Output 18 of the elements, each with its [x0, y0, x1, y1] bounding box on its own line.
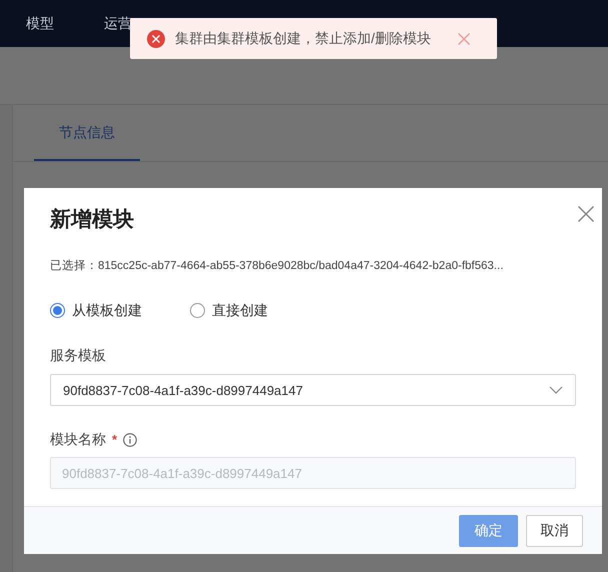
template-select[interactable]: 90fd8837-7c08-4a1f-a39c-d8997449a147 [50, 374, 576, 406]
close-icon[interactable] [458, 32, 470, 44]
field-label: 服务模板 [49, 346, 107, 366]
dialog-title: 新增模块 [50, 206, 134, 233]
toast-message: 集群由集群模板创建，禁止添加/删除模块 [175, 29, 432, 48]
field-label: 模块名称 [50, 430, 106, 450]
radio-icon[interactable] [50, 303, 65, 318]
required-mark: * [112, 431, 118, 449]
radio-icon[interactable] [190, 303, 205, 318]
chevron-down-icon [549, 386, 563, 394]
radio-option[interactable]: 从模板创建 [50, 300, 142, 322]
info-icon[interactable] [123, 432, 138, 447]
selected-items-text: 已选择：815cc25c-ab77-4664-ab55-378b6e9028bc/bad04a47-3204-4642-b2a0-fbf563... [49, 258, 504, 274]
error-icon [147, 30, 165, 48]
cancel-button[interactable]: 取消 [526, 514, 583, 546]
nav-item[interactable]: 模型 [26, 13, 54, 34]
radio-option[interactable]: 直接创建 [190, 300, 268, 322]
close-icon[interactable] [578, 206, 594, 222]
